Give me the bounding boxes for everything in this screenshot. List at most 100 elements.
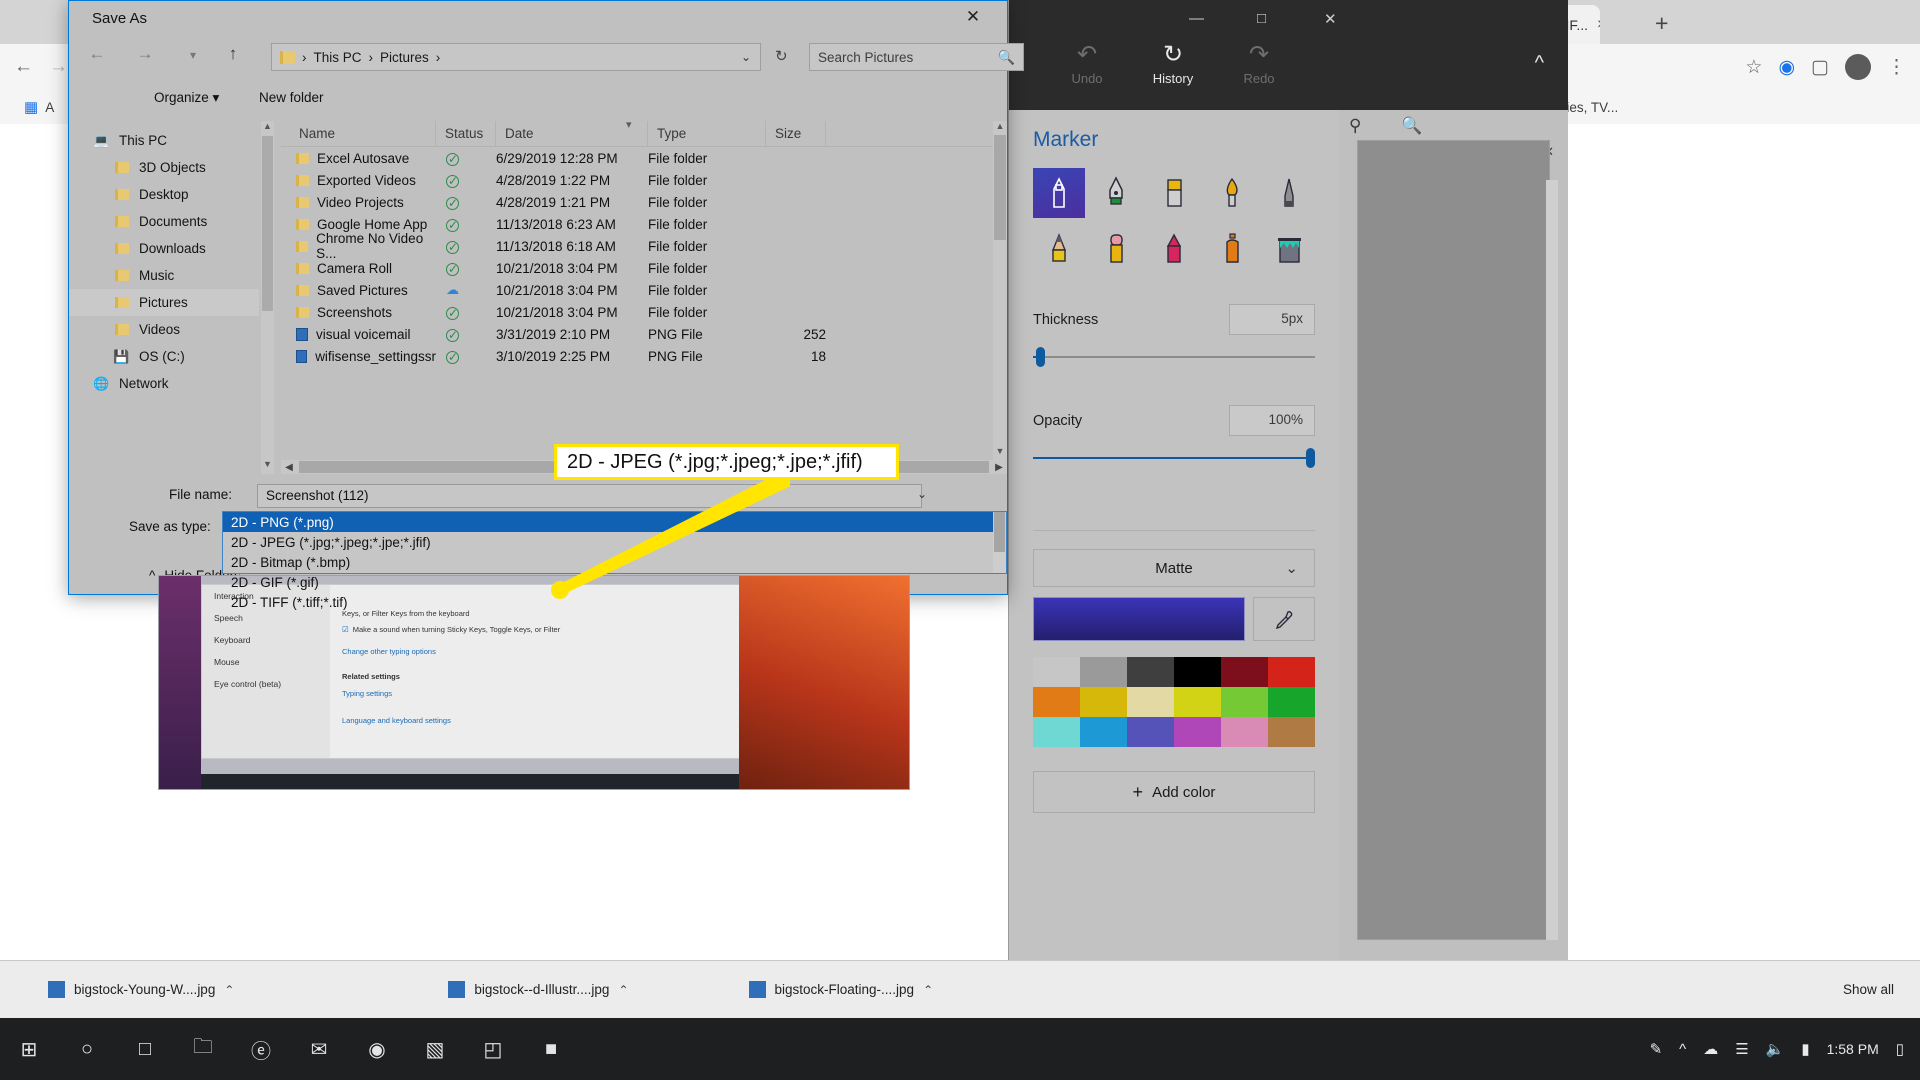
eraser-tool[interactable] <box>1091 224 1143 274</box>
scroll-down-icon[interactable]: ▼ <box>993 446 1007 460</box>
navpane-item-desktop[interactable]: Desktop <box>69 181 259 208</box>
history-button[interactable]: ↻ History <box>1130 42 1216 87</box>
color-swatch[interactable] <box>1033 717 1080 747</box>
mail-button[interactable]: ✉ <box>290 1037 348 1062</box>
canvas-viewport[interactable] <box>1357 140 1550 940</box>
dropdown-option[interactable]: 2D - TIFF (*.tiff;*.tif) <box>223 592 1006 612</box>
download-item[interactable]: bigstock--d-Illustr....jpg ⌃ <box>436 970 640 1010</box>
oil-brush-tool[interactable] <box>1148 168 1200 218</box>
table-row[interactable]: wifisense_settingssr ✓ 3/10/2019 2:25 PM PN… <box>281 345 1007 367</box>
breadcrumb-part-pictures[interactable]: Pictures <box>380 50 429 65</box>
color-swatch[interactable] <box>1221 687 1268 717</box>
search-icon[interactable]: 🔍 <box>1401 116 1422 136</box>
file-list-vertical-scrollbar[interactable]: ▲ ▼ <box>993 121 1007 460</box>
color-swatch[interactable] <box>1268 657 1315 687</box>
navpane-item-3d-objects[interactable]: 3D Objects <box>69 154 259 181</box>
scroll-down-icon[interactable]: ▼ <box>261 459 274 474</box>
edge-button[interactable]: ⓔ <box>232 1035 290 1064</box>
star-icon[interactable]: ☆ <box>1745 56 1762 79</box>
eyedropper-button[interactable] <box>1253 597 1315 641</box>
chevron-up-icon[interactable]: ⌃ <box>618 983 628 997</box>
color-swatch[interactable] <box>1080 717 1127 747</box>
color-swatch[interactable] <box>1033 657 1080 687</box>
navpane-scrollbar[interactable]: ▲ ▼ <box>261 121 274 474</box>
cortana-button[interactable]: ○ <box>58 1038 116 1061</box>
spray-can-tool[interactable] <box>1206 224 1258 274</box>
navpane-item-music[interactable]: Music <box>69 262 259 289</box>
table-row[interactable]: Video Projects ✓ 4/28/2019 1:21 PM File fol… <box>281 191 1007 213</box>
watercolor-brush-tool[interactable] <box>1206 168 1258 218</box>
color-swatch[interactable] <box>1127 717 1174 747</box>
table-row[interactable]: Camera Roll ✓ 10/21/2018 3:04 PM File folde… <box>281 257 1007 279</box>
chrome-button[interactable]: ◉ <box>348 1037 406 1062</box>
scroll-thumb[interactable] <box>994 512 1005 552</box>
material-dropdown[interactable]: Matte ⌄ <box>1033 549 1315 587</box>
cast-icon[interactable]: ▢ <box>1811 56 1829 79</box>
profile-avatar[interactable] <box>1845 54 1871 80</box>
dropdown-option[interactable]: 2D - Bitmap (*.bmp) <box>223 552 1006 572</box>
up-arrow-icon[interactable]: ↑ <box>219 44 247 64</box>
dropdown-option[interactable]: 2D - GIF (*.gif) <box>223 572 1006 592</box>
navpane-item-downloads[interactable]: Downloads <box>69 235 259 262</box>
table-row[interactable]: Chrome No Video S... ✓ 11/13/2018 6:18 AM F… <box>281 231 1007 261</box>
scroll-thumb[interactable] <box>262 136 273 311</box>
close-icon[interactable]: ✕ <box>953 7 993 33</box>
scroll-right-icon[interactable]: ▶ <box>991 462 1007 473</box>
navpane-item-pictures[interactable]: Pictures <box>69 289 259 316</box>
close-button[interactable]: ✕ <box>1324 10 1337 28</box>
navpane-item-documents[interactable]: Documents <box>69 208 259 235</box>
maximize-button[interactable]: □ <box>1257 10 1266 27</box>
file-explorer-button[interactable]: 🗀 <box>174 1032 232 1066</box>
volume-tray-icon[interactable]: 🔈 <box>1766 1040 1785 1058</box>
column-header-status[interactable]: Status <box>436 121 496 146</box>
fill-bucket-tool[interactable] <box>1263 224 1315 274</box>
refresh-icon[interactable]: ↻ <box>775 47 788 65</box>
photos-button[interactable]: ◰ <box>464 1037 522 1062</box>
current-color-swatch[interactable] <box>1033 597 1245 641</box>
thickness-value[interactable]: 5px <box>1229 304 1315 335</box>
chevron-down-icon[interactable]: ⌄ <box>917 487 927 501</box>
download-item[interactable]: bigstock-Young-W....jpg ⌃ <box>36 970 246 1010</box>
color-swatch[interactable] <box>1268 687 1315 717</box>
table-row[interactable]: Saved Pictures ☁ 10/21/2018 3:04 PM File fo… <box>281 279 1007 301</box>
scroll-left-icon[interactable]: ◀ <box>281 462 297 473</box>
table-row[interactable]: Excel Autosave ✓ 6/29/2019 12:28 PM File fo… <box>281 147 1007 169</box>
table-row[interactable]: Exported Videos ✓ 4/28/2019 1:22 PM File fo… <box>281 169 1007 191</box>
paint3d-button[interactable]: ■ <box>522 1038 580 1061</box>
file-name-input[interactable]: Screenshot (112) <box>257 484 922 508</box>
column-header-type[interactable]: Type <box>648 121 766 146</box>
column-header-size[interactable]: Size <box>766 121 826 146</box>
thickness-slider[interactable] <box>1033 347 1315 367</box>
dropdown-option[interactable]: 2D - PNG (*.png) <box>223 512 1006 532</box>
navpane-item-videos[interactable]: Videos <box>69 316 259 343</box>
canvas-vertical-scrollbar[interactable] <box>1546 180 1558 940</box>
notifications-icon[interactable]: ▯ <box>1896 1040 1904 1058</box>
battery-tray-icon[interactable]: ▮ <box>1801 1040 1809 1058</box>
bookmark-item-apps[interactable]: ▦ A <box>24 98 54 116</box>
column-header-name[interactable]: Name <box>281 121 436 146</box>
opacity-value[interactable]: 100% <box>1229 405 1315 436</box>
table-row[interactable]: visual voicemail ✓ 3/31/2019 2:10 PM PNG Fi… <box>281 323 1007 345</box>
magic-select-icon[interactable]: ⚲ <box>1349 116 1361 136</box>
navpane-item-network[interactable]: 🌐 Network <box>69 370 259 397</box>
back-arrow-icon[interactable]: ← <box>83 44 111 64</box>
color-swatch[interactable] <box>1268 717 1315 747</box>
color-swatch[interactable] <box>1127 657 1174 687</box>
navpane-item-this-pc[interactable]: 💻 This PC <box>69 127 259 154</box>
color-swatch[interactable] <box>1221 717 1268 747</box>
scroll-up-icon[interactable]: ▲ <box>261 121 274 136</box>
download-item[interactable]: bigstock-Floating-....jpg ⌃ <box>737 970 946 1010</box>
color-swatch[interactable] <box>1174 657 1221 687</box>
new-tab-button[interactable]: + <box>1655 12 1668 35</box>
color-swatch[interactable] <box>1127 687 1174 717</box>
crayon-tool[interactable] <box>1148 224 1200 274</box>
organize-button[interactable]: Organize ▾ <box>154 90 219 106</box>
onedrive-tray-icon[interactable]: ☁ <box>1703 1040 1718 1058</box>
show-all-downloads-button[interactable]: Show all <box>1843 982 1906 997</box>
back-arrow-icon[interactable]: ← <box>14 56 33 78</box>
color-swatch[interactable] <box>1174 687 1221 717</box>
search-input[interactable]: Search Pictures 🔍 <box>809 43 1024 71</box>
new-folder-button[interactable]: New folder <box>259 90 324 105</box>
breadcrumb[interactable]: › This PC › Pictures › ⌄ <box>271 43 761 71</box>
navpane-item-os-c[interactable]: 💾 OS (C:) <box>69 343 259 370</box>
